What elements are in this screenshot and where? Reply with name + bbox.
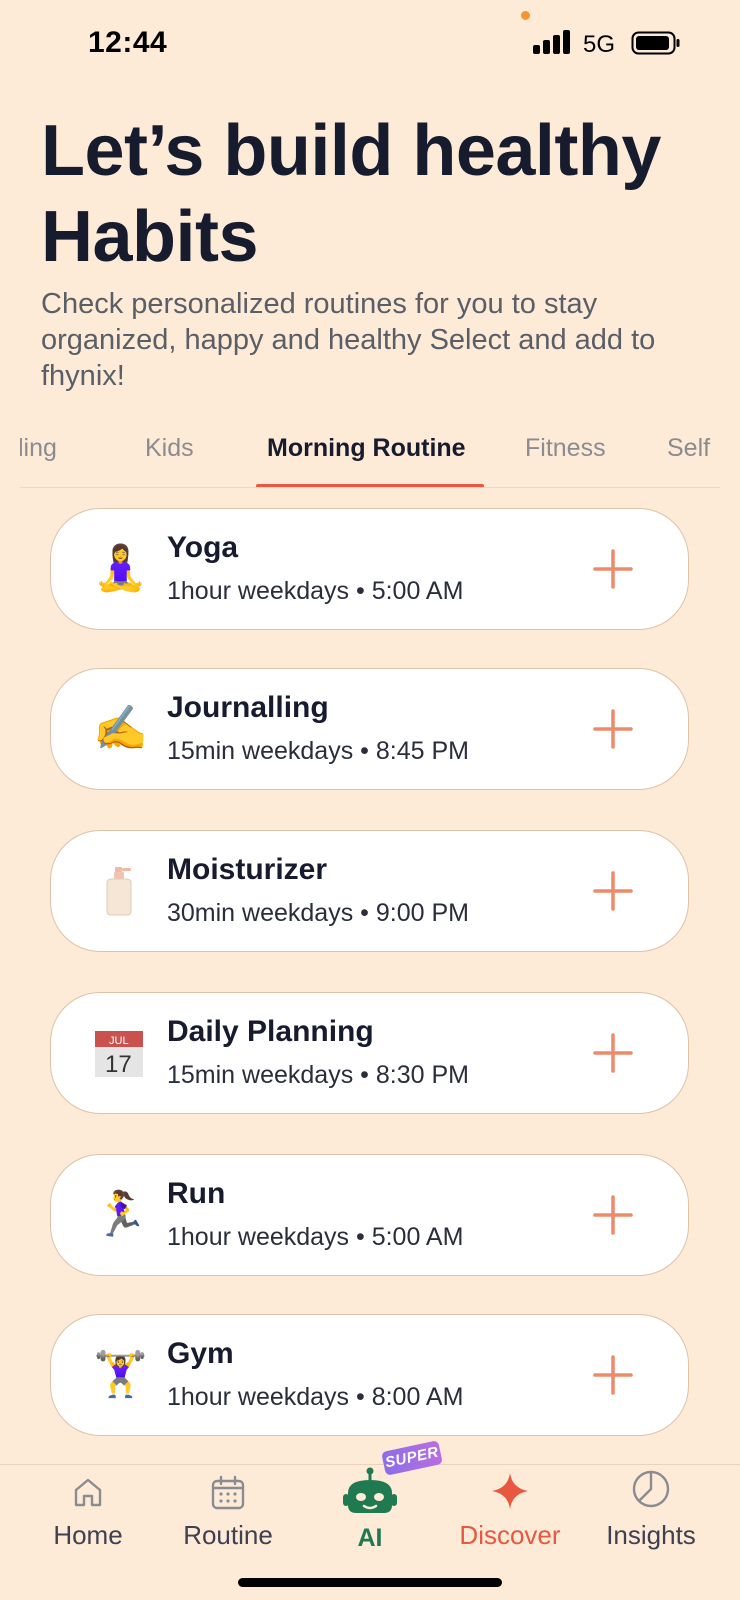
network-type: 5G [583, 31, 616, 58]
habit-title: Gym [167, 1337, 234, 1370]
habit-card-gym[interactable]: 🏋️‍♀️ Gym 1hour weekdays • 8:00 AM [50, 1314, 689, 1436]
habit-schedule: 15min weekdays • 8:30 PM [167, 1061, 469, 1089]
lotion-bottle-icon [106, 867, 132, 916]
add-habit-button[interactable] [591, 547, 635, 591]
nav-discover-label: Discover [459, 1520, 561, 1550]
nav-insights[interactable]: Insights [581, 1465, 721, 1565]
privacy-indicator-dot [521, 11, 530, 20]
pie-chart-icon [632, 1470, 670, 1508]
calendar-icon: JUL 17 [95, 1031, 143, 1078]
nav-routine[interactable]: Routine [158, 1465, 298, 1565]
habit-schedule: 15min weekdays • 8:45 PM [167, 737, 469, 765]
svg-text:JUL: JUL [109, 1035, 129, 1047]
add-habit-button[interactable] [591, 1031, 635, 1075]
habit-card-journalling[interactable]: ✍️ Journalling 15min weekdays • 8:45 PM [50, 668, 689, 790]
habit-card-moisturizer[interactable]: Moisturizer 30min weekdays • 9:00 PM [50, 830, 689, 952]
page-title: Let’s build healthy Habits [41, 111, 661, 277]
category-tabs: ling Kids Morning Routine Fitness Self [20, 420, 720, 488]
habit-title: Daily Planning [167, 1015, 374, 1048]
add-habit-button[interactable] [591, 869, 635, 913]
active-tab-indicator [256, 484, 484, 487]
habit-schedule: 1hour weekdays • 8:00 AM [167, 1383, 464, 1411]
page-subtitle: Check personalized routines for you to s… [41, 288, 656, 392]
writing-hand-icon: ✍️ [93, 704, 148, 753]
tab-kids[interactable]: Kids [145, 434, 194, 463]
signal-strength-icon [533, 30, 573, 54]
habit-card-run[interactable]: 🏃‍♀️ Run 1hour weekdays • 5:00 AM [50, 1154, 689, 1276]
woman-lifting-weights-icon: 🏋️‍♀️ [93, 1350, 148, 1399]
status-time: 12:44 [88, 26, 168, 59]
sparkle-icon [492, 1473, 528, 1509]
nav-insights-label: Insights [606, 1520, 696, 1550]
habit-title: Run [167, 1177, 226, 1210]
status-bar: 12:44 5G [0, 0, 740, 90]
nav-discover[interactable]: Discover [440, 1465, 580, 1565]
add-habit-button[interactable] [591, 707, 635, 751]
nav-ai[interactable]: AI [300, 1465, 440, 1565]
tab-morning-routine[interactable]: Morning Routine [267, 434, 466, 463]
nav-home[interactable]: Home [18, 1465, 158, 1565]
habit-schedule: 1hour weekdays • 5:00 AM [167, 1223, 464, 1251]
svg-text:17: 17 [105, 1051, 132, 1078]
calendar-grid-icon [211, 1475, 245, 1510]
nav-routine-label: Routine [183, 1520, 273, 1550]
home-indicator [238, 1578, 502, 1587]
habit-schedule: 30min weekdays • 9:00 PM [167, 899, 469, 927]
tab-self[interactable]: Self [667, 434, 710, 463]
nav-home-label: Home [53, 1520, 123, 1550]
battery-icon [631, 31, 680, 55]
tab-fitness[interactable]: Fitness [525, 434, 606, 463]
add-habit-button[interactable] [591, 1353, 635, 1397]
habit-card-yoga[interactable]: 🧘‍♀️ Yoga 1hour weekdays • 5:00 AM [50, 508, 689, 630]
habit-title: Yoga [167, 531, 239, 564]
woman-in-lotus-position-icon: 🧘‍♀️ [93, 544, 148, 593]
add-habit-button[interactable] [591, 1193, 635, 1237]
nav-ai-label: AI [357, 1524, 383, 1552]
habit-title: Moisturizer [167, 853, 328, 886]
tab-parenting[interactable]: ling [20, 434, 57, 463]
habit-card-daily-planning[interactable]: JUL 17 Daily Planning 15min weekdays • 8… [50, 992, 689, 1114]
woman-running-icon: 🏃‍♀️ [93, 1190, 148, 1239]
habit-schedule: 1hour weekdays • 5:00 AM [167, 577, 464, 605]
habit-title: Journalling [167, 691, 329, 724]
home-icon [74, 1478, 102, 1507]
